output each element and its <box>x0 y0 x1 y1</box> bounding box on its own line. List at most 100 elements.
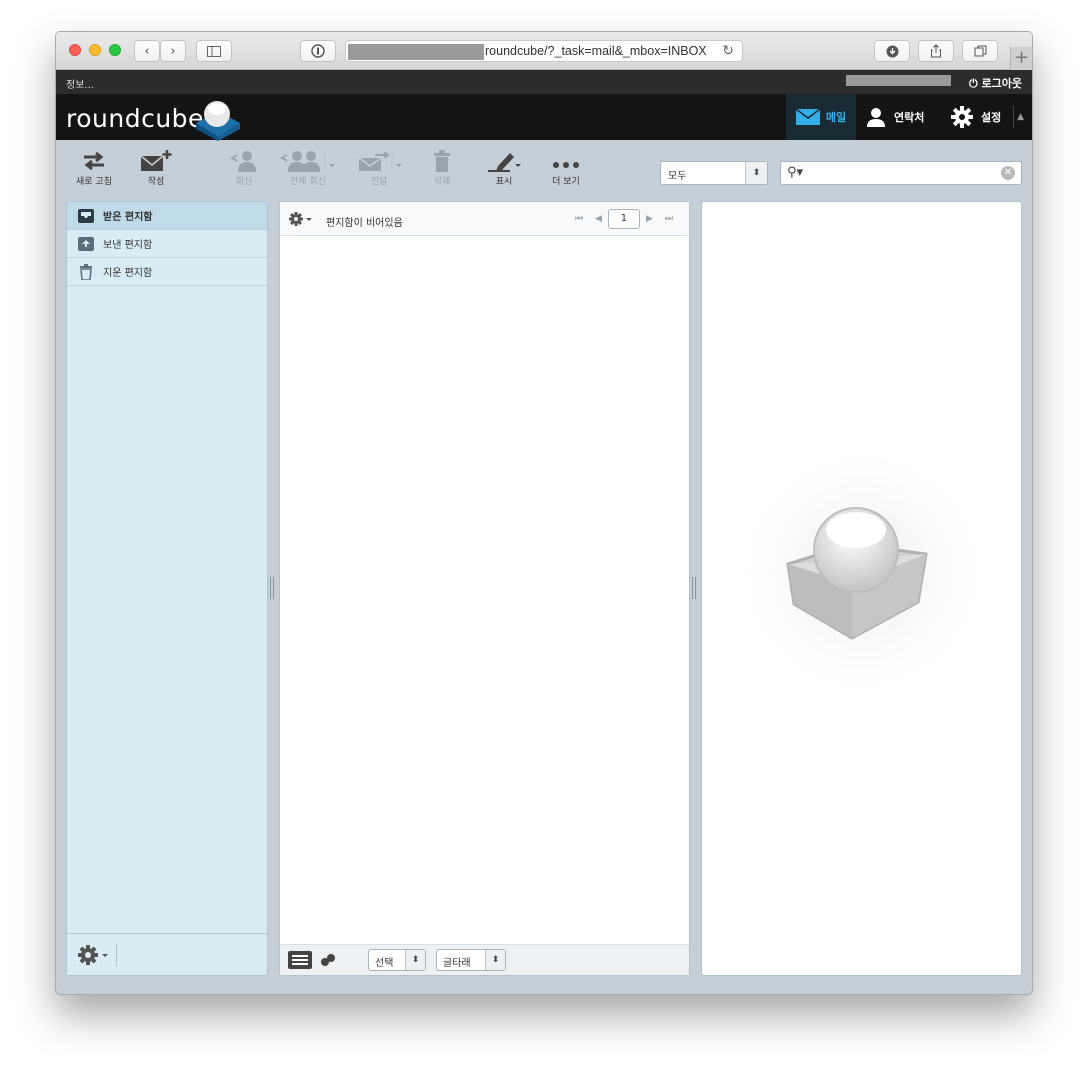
password-button[interactable] <box>300 40 336 62</box>
reply-all-button[interactable]: 전체 회신 <box>270 150 346 187</box>
first-page-icon[interactable]: ⏮ <box>575 214 583 224</box>
new-tab-button[interactable]: + <box>1010 47 1032 70</box>
delete-label: 삭제 <box>433 177 451 187</box>
reload-icon[interactable]: ↻ <box>722 43 734 59</box>
folder-inbox[interactable]: 받은 편지함 <box>67 202 267 230</box>
inbox-icon <box>78 208 94 223</box>
envelope-icon <box>795 109 820 125</box>
about-link[interactable]: 정보... <box>66 76 94 91</box>
more-button[interactable]: 더 보기 <box>536 150 596 187</box>
address-text: roundcube/?_task=mail&_mbox=INBOX <box>485 44 707 58</box>
share-button[interactable] <box>918 40 954 62</box>
folder-trash[interactable]: 지운 편지함 <box>67 258 267 286</box>
next-page-icon[interactable]: ▶ <box>646 214 653 224</box>
caret-up-icon[interactable]: ▲ <box>1017 112 1024 122</box>
updown-arrow-icon: ⬍ <box>485 950 505 970</box>
list-view-icon[interactable] <box>288 951 312 969</box>
refresh-label: 새로 고침 <box>76 177 112 187</box>
clear-search-icon[interactable]: ✕ <box>1001 166 1015 180</box>
logo-text: roundcube <box>66 104 204 133</box>
page-number-input[interactable]: 1 <box>607 209 640 229</box>
tabs-overview-button[interactable] <box>962 40 998 62</box>
forward-button[interactable]: › <box>160 40 186 62</box>
gear-icon <box>951 106 973 128</box>
compose-label: 작성 <box>147 177 165 187</box>
nav-contacts-label: 연락처 <box>894 111 925 124</box>
message-list-header: 편지함이 비어있음 ⏮ ◀ 1 ▶ ⏭ <box>280 202 689 236</box>
select-dropdown[interactable]: 선택 ⬍ <box>368 949 426 971</box>
highlighter-icon <box>488 153 521 172</box>
trash-folder-icon <box>80 263 92 280</box>
sent-icon <box>78 236 94 251</box>
search-input[interactable]: ⚲▾ ✕ <box>780 161 1022 185</box>
pagination: ⏮ ◀ 1 ▶ ⏭ <box>569 209 679 229</box>
power-icon: ⏻ <box>968 77 982 90</box>
nav-mail-label: 메일 <box>825 111 847 124</box>
back-button[interactable]: ‹ <box>134 40 160 62</box>
downloads-button[interactable] <box>874 40 910 62</box>
last-page-icon[interactable]: ⏭ <box>665 214 673 224</box>
refresh-button[interactable]: 새로 고침 <box>64 150 124 187</box>
zoom-window-button[interactable] <box>109 44 121 56</box>
compose-button[interactable]: 작성 <box>126 150 186 187</box>
folder-splitter[interactable] <box>270 577 274 599</box>
logout-label: 로그아웃 <box>981 77 1022 90</box>
folder-trash-label: 지운 편지함 <box>103 268 153 279</box>
download-icon <box>886 45 898 57</box>
folder-inbox-label: 받은 편지함 <box>103 212 153 223</box>
folder-sent[interactable]: 보낸 편지함 <box>67 230 267 258</box>
header-divider <box>1013 106 1014 128</box>
roundcube-watermark-icon <box>732 442 992 702</box>
nav-contacts[interactable]: 연락처 <box>866 94 924 140</box>
threads-dropdown[interactable]: 글타래 ⬍ <box>436 949 506 971</box>
browser-toolbar: ‹ › roundcube/?_task=mail&_mbox=INBOX ↻ … <box>56 32 1032 70</box>
nav-mail[interactable]: 메일 <box>786 94 856 140</box>
more-label: 더 보기 <box>552 177 580 187</box>
list-options-icon[interactable] <box>288 211 314 227</box>
mail-toolbar: 새로 고침 작성 회신 전체 회신 전달 삭제 표시 더 보기 모두 ⬍ ⚲▾ … <box>56 140 1032 200</box>
ellipsis-icon <box>553 162 579 168</box>
redacted-url-part <box>348 44 484 60</box>
select-dropdown-label: 선택 <box>375 958 394 969</box>
list-splitter[interactable] <box>692 577 696 599</box>
gear-icon <box>78 945 108 965</box>
browser-window: ‹ › roundcube/?_task=mail&_mbox=INBOX ↻ … <box>55 31 1033 995</box>
threads-icon[interactable] <box>320 953 336 967</box>
search-icon[interactable]: ⚲▾ <box>787 165 803 180</box>
mark-button[interactable]: 표시 <box>474 150 534 187</box>
message-filter-select[interactable]: 모두 ⬍ <box>660 161 768 185</box>
message-list-pane: 편지함이 비어있음 ⏮ ◀ 1 ▶ ⏭ 선택 ⬍ 글타래 ⬍ <box>279 201 690 976</box>
updown-arrow-icon: ⬍ <box>405 950 425 970</box>
roundcube-logo-icon <box>196 101 240 141</box>
folder-list: 받은 편지함 보낸 편지함 지운 편지함 <box>66 201 268 976</box>
share-icon <box>931 44 941 58</box>
close-window-button[interactable] <box>69 44 81 56</box>
folder-actions-bar <box>67 933 267 975</box>
reply-label: 회신 <box>235 177 253 187</box>
key-icon <box>311 44 325 58</box>
preview-pane <box>701 201 1022 976</box>
address-bar[interactable]: roundcube/?_task=mail&_mbox=INBOX ↻ <box>345 40 743 62</box>
nav-settings[interactable]: 설정 <box>951 94 1001 140</box>
filter-selected-value: 모두 <box>668 171 687 182</box>
delete-button[interactable]: 삭제 <box>412 150 472 187</box>
threads-dropdown-label: 글타래 <box>443 958 471 969</box>
reply-button[interactable]: 회신 <box>214 150 274 187</box>
compose-envelope-icon <box>140 150 172 171</box>
updown-arrow-icon: ⬍ <box>745 162 767 184</box>
prev-page-icon[interactable]: ◀ <box>595 214 602 224</box>
forward-mail-button[interactable]: 전달 <box>346 150 412 187</box>
chevron-left-icon: ‹ <box>144 43 150 59</box>
reply-all-label: 전체 회신 <box>290 177 326 187</box>
app-header: roundcube 메일 연락처 설정 ▲ <box>56 94 1032 141</box>
redacted-username <box>846 75 951 86</box>
minimize-window-button[interactable] <box>89 44 101 56</box>
sidebar-toggle-button[interactable] <box>196 40 232 62</box>
top-info-bar: 정보... ⏻ 로그아웃 <box>56 70 1032 94</box>
list-status: 편지함이 비어있음 <box>326 218 403 229</box>
person-icon <box>867 108 885 127</box>
logout-button[interactable]: ⏻ 로그아웃 <box>969 75 1022 91</box>
tabs-icon <box>974 45 986 57</box>
message-list-footer: 선택 ⬍ 글타래 ⬍ <box>280 944 689 975</box>
folder-actions-button[interactable] <box>77 944 117 966</box>
